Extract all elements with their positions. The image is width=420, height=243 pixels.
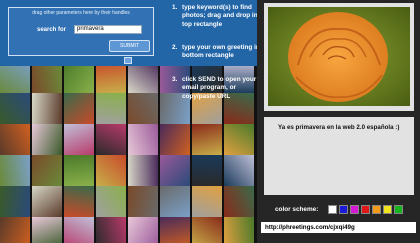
photo-thumbnail[interactable] — [128, 93, 158, 124]
photo-thumbnail[interactable] — [160, 217, 190, 243]
step-text: type your own greeting in bottom rectang… — [182, 44, 257, 60]
photo-thumbnail[interactable] — [128, 124, 158, 155]
color-swatch-yellow[interactable] — [383, 205, 392, 214]
photo-thumbnail[interactable] — [192, 186, 222, 217]
color-swatch-orange[interactable] — [372, 205, 381, 214]
photo-thumbnail[interactable] — [32, 124, 62, 155]
step-number: 1. — [172, 4, 178, 11]
step-text: type keyword(s) to find photos; drag and… — [182, 4, 257, 28]
color-swatch-white[interactable] — [328, 205, 337, 214]
search-input[interactable] — [74, 25, 142, 34]
color-scheme-label: color scheme: — [275, 206, 319, 213]
drag-handle-icon[interactable] — [124, 57, 132, 64]
photo-thumbnail[interactable] — [32, 217, 62, 243]
photo-thumbnail[interactable] — [0, 62, 30, 93]
greeting-card-panel: Ya es primavera en la web 2.0 española :… — [257, 0, 420, 243]
color-swatch-green[interactable] — [394, 205, 403, 214]
photo-thumbnail[interactable] — [224, 124, 254, 155]
color-swatch-magenta[interactable] — [350, 205, 359, 214]
photo-thumbnail[interactable] — [32, 93, 62, 124]
step-text: click SEND to open your email program, o… — [182, 76, 257, 100]
photo-thumbnail[interactable] — [0, 155, 30, 186]
photo-thumbnail[interactable] — [64, 93, 94, 124]
search-label: search for — [37, 27, 67, 33]
photo-thumbnail[interactable] — [192, 124, 222, 155]
photo-thumbnail[interactable] — [32, 155, 62, 186]
photo-thumbnail[interactable] — [160, 124, 190, 155]
photo-thumbnail[interactable] — [192, 217, 222, 243]
photo-search-panel: drag other parameters here by their hand… — [0, 0, 257, 243]
search-box[interactable]: drag other parameters here by their hand… — [8, 7, 154, 56]
photo-thumbnail[interactable] — [160, 155, 190, 186]
photo-thumbnail[interactable] — [0, 124, 30, 155]
photo-thumbnail[interactable] — [96, 217, 126, 243]
photo-thumbnail[interactable] — [64, 186, 94, 217]
step-number: 2. — [172, 44, 178, 51]
photo-thumbnail[interactable] — [0, 217, 30, 243]
photo-thumbnail[interactable] — [32, 186, 62, 217]
photo-drop-target[interactable] — [264, 3, 414, 111]
photo-thumbnail[interactable] — [0, 186, 30, 217]
greeting-text-area[interactable]: Ya es primavera en la web 2.0 española :… — [264, 117, 414, 195]
color-swatch-red[interactable] — [361, 205, 370, 214]
photo-thumbnail[interactable] — [224, 186, 254, 217]
photo-thumbnail[interactable] — [64, 155, 94, 186]
photo-thumbnail[interactable] — [32, 62, 62, 93]
photo-thumbnail[interactable] — [128, 155, 158, 186]
rose-photo — [268, 7, 410, 106]
photo-thumbnail[interactable] — [128, 186, 158, 217]
photo-thumbnail[interactable] — [96, 93, 126, 124]
photo-thumbnail[interactable] — [64, 124, 94, 155]
step-number: 3. — [172, 76, 178, 83]
photo-thumbnail[interactable] — [128, 217, 158, 243]
color-swatch-blue[interactable] — [339, 205, 348, 214]
photo-thumbnail[interactable] — [224, 217, 254, 243]
photo-thumbnail[interactable] — [96, 62, 126, 93]
submit-button[interactable]: SUBMIT — [109, 40, 150, 52]
photo-thumbnail[interactable] — [96, 186, 126, 217]
photo-thumbnail[interactable] — [224, 155, 254, 186]
photo-thumbnail[interactable] — [160, 186, 190, 217]
share-url-field[interactable]: http://phreetings.com/cjxqi49g — [261, 222, 416, 233]
photo-thumbnail[interactable] — [96, 124, 126, 155]
greeting-message[interactable]: Ya es primavera en la web 2.0 española :… — [278, 124, 402, 132]
drag-hint: drag other parameters here by their hand… — [32, 10, 130, 16]
photo-thumbnail[interactable] — [64, 217, 94, 243]
photo-thumbnail[interactable] — [0, 93, 30, 124]
photo-thumbnail[interactable] — [64, 62, 94, 93]
photo-thumbnail[interactable] — [128, 62, 158, 93]
photo-thumbnail[interactable] — [192, 155, 222, 186]
photo-thumbnail[interactable] — [96, 155, 126, 186]
